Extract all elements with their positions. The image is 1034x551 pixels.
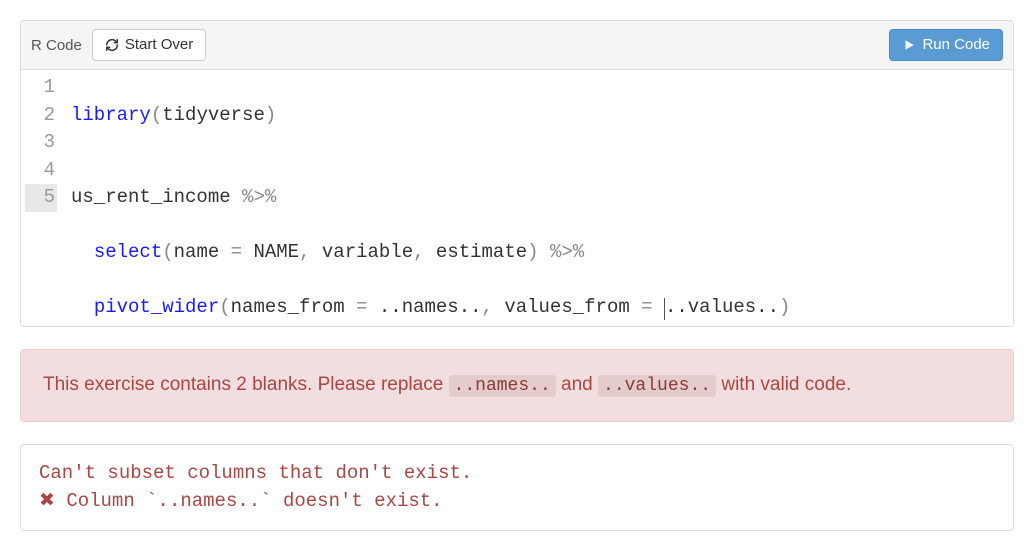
line-number: 5 — [25, 184, 57, 212]
hint-text: This exercise contains 2 blanks. Please … — [43, 374, 449, 395]
code-line: pivot_wider(names_from = ..names.., valu… — [71, 294, 1005, 322]
start-over-label: Start Over — [125, 36, 193, 54]
code-area[interactable]: library(tidyverse) us_rent_income %>% se… — [67, 70, 1013, 326]
start-over-button[interactable]: Start Over — [92, 29, 206, 61]
hint-blank: ..values.. — [598, 375, 716, 397]
hint-text: with valid code. — [716, 374, 851, 395]
refresh-icon — [105, 38, 119, 52]
line-number: 2 — [25, 102, 57, 130]
line-number: 4 — [25, 157, 57, 185]
line-number: 1 — [25, 74, 57, 102]
code-line: select(name = NAME, variable, estimate) … — [71, 239, 1005, 267]
toolbar: R Code Start Over Run Code — [21, 21, 1013, 70]
hint-alert: This exercise contains 2 blanks. Please … — [20, 349, 1014, 422]
run-code-button[interactable]: Run Code — [889, 29, 1003, 61]
toolbar-label: R Code — [31, 37, 82, 54]
exercise-panel: R Code Start Over Run Code 1 — [20, 20, 1014, 327]
hint-blank: ..names.. — [449, 375, 556, 397]
error-line: Column `..names..` doesn't exist. — [55, 490, 443, 512]
run-code-label: Run Code — [922, 36, 990, 54]
line-gutter: 1 2 3 4 5 — [21, 70, 67, 326]
error-x-icon: ✖ — [39, 490, 55, 512]
line-number: 3 — [25, 129, 57, 157]
hint-text: and — [556, 374, 598, 395]
play-icon — [902, 38, 916, 52]
code-editor[interactable]: 1 2 3 4 5 library(tidyverse) us_rent_inc… — [21, 70, 1013, 326]
code-line: library(tidyverse) — [71, 102, 1005, 130]
error-line: Can't subset columns that don't exist. — [39, 462, 472, 484]
code-line: us_rent_income %>% — [71, 184, 1005, 212]
